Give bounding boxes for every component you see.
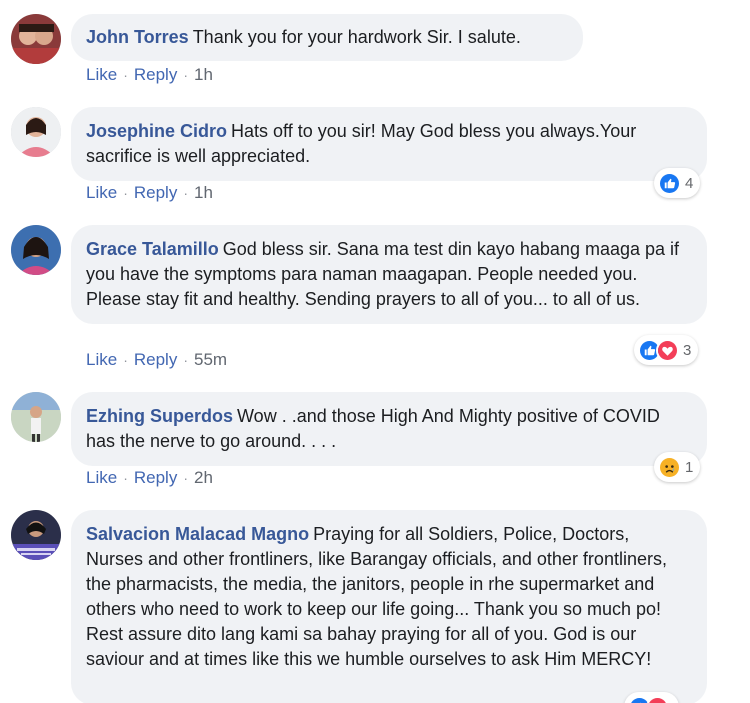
like-link[interactable]: Like [86,468,117,488]
comment-text: Thank you for your hardwork Sir. I salut… [192,27,521,47]
like-link[interactable]: Like [86,65,117,85]
reaction-count: 3 [683,341,692,359]
like-link[interactable]: Like [86,183,117,203]
separator-dot: · [183,470,188,486]
reaction-icons [658,171,681,195]
comment-timestamp[interactable]: 1h [194,183,213,203]
comment-timestamp[interactable]: 55m [194,350,227,370]
reply-link[interactable]: Reply [134,468,177,488]
avatar[interactable] [11,14,61,64]
separator-dot: · [123,470,128,486]
comment-timestamp[interactable]: 1h [194,65,213,85]
reaction-icons [658,455,681,479]
reaction-summary[interactable] [624,692,679,703]
reaction-icons [628,695,669,703]
comment-bubble: Grace Talamillo God bless sir. Sana ma te… [71,225,707,324]
separator-dot: · [123,352,128,368]
like-icon [658,171,681,195]
comment-bubble: John Torres Thank you for your hardwork S… [71,14,583,61]
comment-actions: Like · Reply · 1h [86,183,213,203]
comment-bubble: Salvacion Malacad Magno Praying for all S… [71,510,707,703]
comment-actions: Like · Reply · 2h [86,468,213,488]
reaction-count: 4 [685,174,694,192]
comment-author[interactable]: John Torres [86,27,189,47]
avatar[interactable] [11,510,61,560]
separator-dot: · [183,185,188,201]
comment-actions: Like · Reply · 55m [86,350,227,370]
reply-link[interactable]: Reply [134,65,177,85]
comment-bubble: Josephine Cidro Hats off to you sir! May … [71,107,707,181]
avatar[interactable] [11,107,61,157]
comment-author[interactable]: Salvacion Malacad Magno [86,524,309,544]
love-icon [646,695,669,703]
separator-dot: · [123,67,128,83]
comment-bubble: Ezhing Superdos Wow . .and those High And… [71,392,707,466]
reaction-summary[interactable]: 4 [654,168,701,198]
comment-timestamp[interactable]: 2h [194,468,213,488]
comment-author[interactable]: Josephine Cidro [86,121,227,141]
comment-author[interactable]: Grace Talamillo [86,239,219,259]
reaction-summary[interactable]: 3 [634,335,699,365]
comment-author[interactable]: Ezhing Superdos [86,406,233,426]
reaction-count: 1 [685,458,694,476]
comment-text: Praying for all Soldiers, Police, Doctor… [86,524,667,669]
reaction-summary[interactable]: 1 [654,452,701,482]
sad-icon [658,455,681,479]
comment-actions: Like · Reply · 1h [86,65,213,85]
avatar[interactable] [11,225,61,275]
like-link[interactable]: Like [86,350,117,370]
separator-dot: · [183,352,188,368]
reaction-icons [638,338,679,362]
reply-link[interactable]: Reply [134,350,177,370]
reply-link[interactable]: Reply [134,183,177,203]
separator-dot: · [123,185,128,201]
avatar[interactable] [11,392,61,442]
love-icon [656,338,679,362]
separator-dot: · [183,67,188,83]
